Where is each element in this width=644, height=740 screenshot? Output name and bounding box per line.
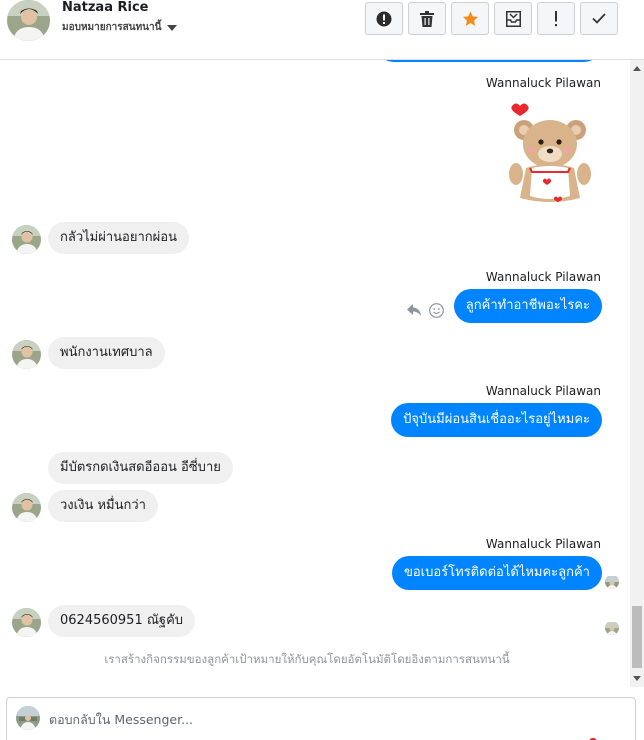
outgoing-message: ลูกค้าทำอาชีพอะไรคะ [453,289,602,323]
contact-avatar-small[interactable] [12,608,41,637]
mark-spam-button[interactable] [365,2,403,35]
seen-avatar [605,575,619,589]
thread-scrollbar[interactable] [630,60,644,687]
delete-button[interactable] [408,2,446,35]
incoming-message: มีบัตรกดเงินสดอีออน อีซี่บาย [48,452,233,484]
star-button[interactable] [451,2,489,35]
seen-avatar [605,621,619,635]
reply-input[interactable] [49,709,449,729]
incoming-message: วงเงิน หมื่นกว่า [48,490,158,522]
outgoing-message: ปัจุบันมีผ่อนสินเชื่ออะไรอยู่ไหมคะ [391,403,602,437]
mark-done-button[interactable] [580,2,618,35]
sender-name: Wannaluck Pilawan [485,537,601,551]
alert-circle-icon [376,11,392,27]
checkmark-icon [592,13,606,24]
trash-icon [420,10,434,27]
react-smiley-icon[interactable] [429,303,444,322]
previous-message-bubble [376,60,602,62]
assign-conversation-dropdown[interactable]: มอบหมายการสนทนานี้ [62,20,178,35]
scroll-up-arrow-icon[interactable] [633,66,641,71]
contact-name[interactable]: Natzaa Rice [62,0,149,15]
teddy-bear-heart-sticker [506,102,594,206]
contact-avatar[interactable] [7,0,50,41]
incoming-message: 0624560951 ณัฐคับ [48,605,196,637]
sender-name: Wannaluck Pilawan [485,76,601,90]
move-to-inbox-button[interactable] [494,2,532,35]
chevron-down-icon [167,25,178,31]
follow-up-button[interactable] [537,2,575,35]
incoming-message: พนักงานเทศบาล [48,337,165,369]
star-icon [462,10,479,27]
contact-avatar-small[interactable] [12,340,41,369]
conversation-toolbar [365,2,618,35]
reply-composer [6,697,636,740]
assign-label: มอบหมายการสนทนานี้ [62,22,162,33]
conversation-header: Natzaa Rice มอบหมายการสนทนานี้ [0,0,644,60]
sender-name: Wannaluck Pilawan [485,270,601,284]
message-thread[interactable]: Wannaluck Pilawan กลัวไม่ผ่านอยากผ่อน Wa… [0,60,630,687]
sender-name: Wannaluck Pilawan [485,384,601,398]
system-note: เราสร้างกิจกรรมของลูกค้าเป้าหมายให้กับคุ… [104,652,510,666]
page-avatar [16,706,40,730]
scroll-down-arrow-icon[interactable] [633,676,641,681]
outgoing-message: ขอเบอร์โทรติดต่อได้ไหมคะลูกค้า [391,556,602,590]
contact-avatar-small[interactable] [12,493,41,522]
scrollbar-thumb[interactable] [632,606,642,668]
contact-avatar-small[interactable] [12,225,41,254]
incoming-message: กลัวไม่ผ่านอยากผ่อน [48,222,189,254]
reply-icon[interactable] [406,302,422,321]
inbox-tray-icon [505,10,521,27]
exclamation-icon [554,10,558,27]
